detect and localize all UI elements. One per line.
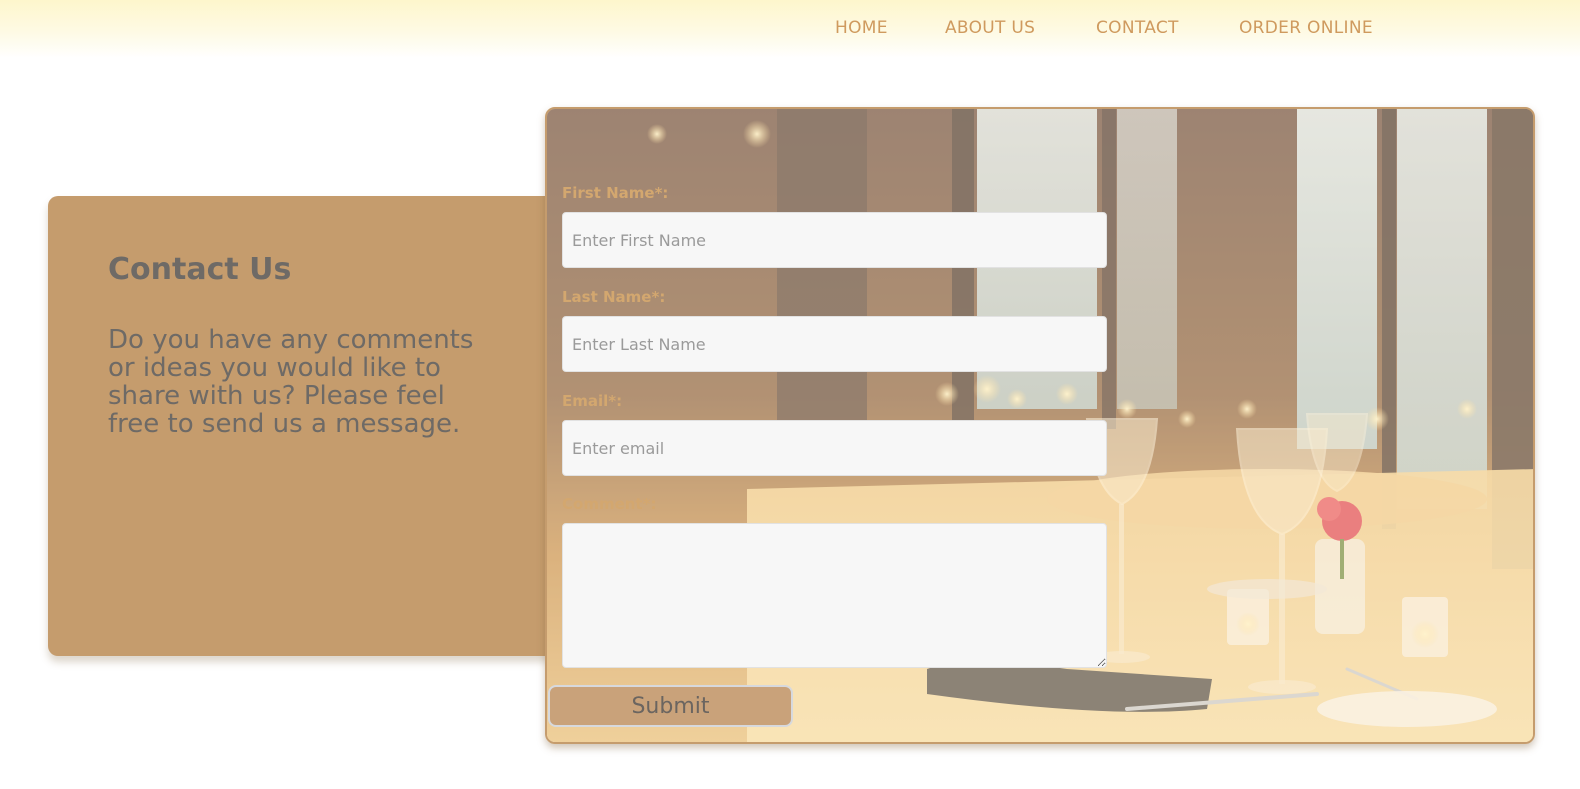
contact-description: Do you have any comments or ideas you wo…	[108, 325, 474, 439]
comment-textarea[interactable]	[562, 523, 1107, 668]
main-nav: HOME ABOUT US CONTACT ORDER ONLINE	[0, 18, 1580, 42]
submit-button[interactable]: Submit	[548, 685, 793, 727]
top-navigation-bar: HOME ABOUT US CONTACT ORDER ONLINE	[0, 0, 1580, 58]
email-input[interactable]	[562, 420, 1107, 476]
contact-info-card: Contact Us Do you have any comments or i…	[48, 196, 608, 656]
first-name-input[interactable]	[562, 212, 1107, 268]
last-name-label: Last Name*:	[562, 288, 666, 306]
email-label: Email*:	[562, 392, 623, 410]
nav-home-link[interactable]: HOME	[835, 18, 888, 38]
first-name-label: First Name*:	[562, 184, 669, 202]
nav-about-us-link[interactable]: ABOUT US	[945, 18, 1035, 38]
nav-contact-link[interactable]: CONTACT	[1096, 18, 1179, 38]
contact-form-card: First Name*: Last Name*: Email*: Comment…	[545, 107, 1535, 744]
nav-order-online-link[interactable]: ORDER ONLINE	[1239, 18, 1373, 38]
contact-title: Contact Us	[108, 252, 292, 287]
comment-label: Comment*:	[562, 495, 657, 513]
last-name-input[interactable]	[562, 316, 1107, 372]
